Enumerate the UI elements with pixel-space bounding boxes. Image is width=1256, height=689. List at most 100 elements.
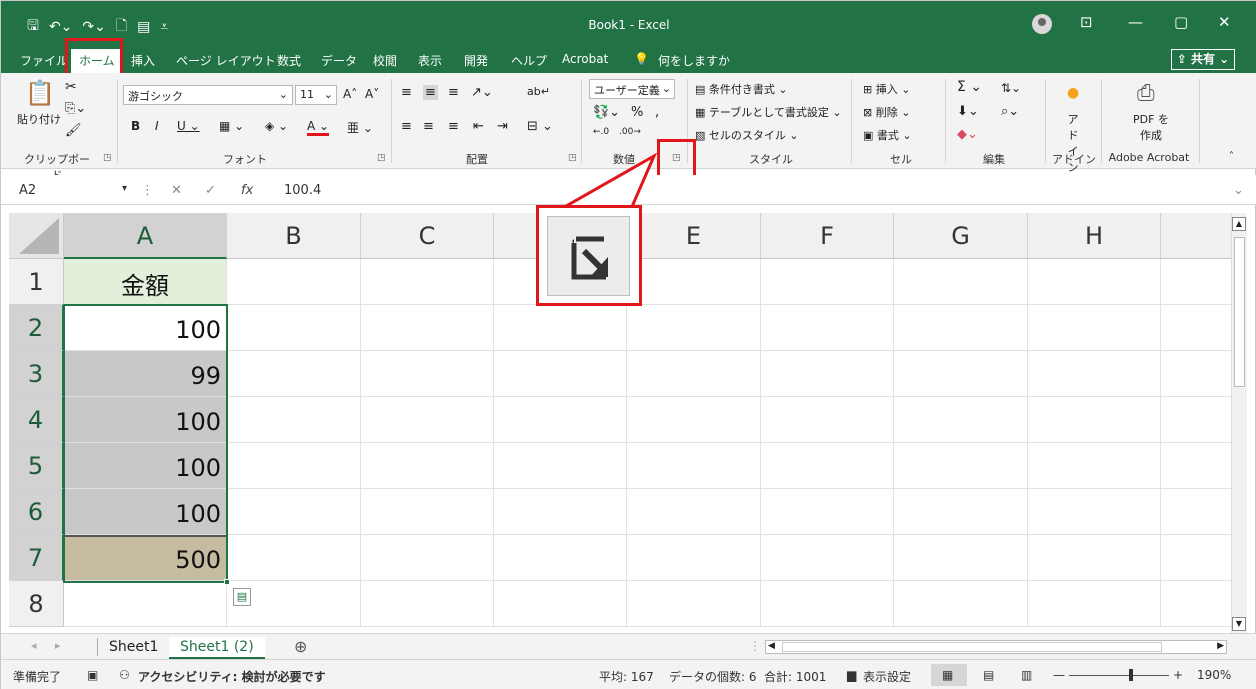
macro-record-icon[interactable]: ▣ [87, 668, 98, 682]
align-middle-icon[interactable]: ≡ [423, 85, 438, 100]
delete-cells-button[interactable]: ⊠ 削除 ⌄ [863, 104, 910, 120]
scroll-right-icon[interactable]: ▶ [1217, 641, 1224, 651]
empty-cell[interactable] [1161, 535, 1231, 581]
decrease-indent-icon[interactable]: ⇤ [473, 119, 484, 134]
empty-cell[interactable] [761, 351, 894, 397]
empty-cell[interactable] [627, 581, 761, 627]
italic-icon[interactable]: I [155, 119, 159, 133]
empty-cell[interactable] [494, 305, 627, 351]
display-settings-icon[interactable]: ▆ [847, 668, 856, 682]
empty-cell[interactable] [1028, 581, 1161, 627]
row-header-8[interactable]: 8 [9, 581, 64, 627]
empty-cell[interactable] [227, 397, 361, 443]
cell-styles-button[interactable]: ▧ セルのスタイル ⌄ [695, 127, 799, 143]
normal-view-icon[interactable]: ▦ [942, 668, 953, 682]
cell-a5[interactable]: 100 [64, 443, 227, 489]
cell-a8[interactable] [64, 581, 227, 627]
empty-cell[interactable] [494, 489, 627, 535]
column-header-a[interactable]: A [64, 213, 227, 259]
number-format-select[interactable]: ユーザー定義 ⌄ [589, 79, 675, 99]
zoom-out-icon[interactable]: — [1053, 668, 1065, 682]
bold-icon[interactable]: B [131, 119, 140, 133]
cell-a6[interactable]: 100 [64, 489, 227, 535]
tab-formulas[interactable]: 数式 [277, 52, 301, 69]
empty-cell[interactable] [894, 305, 1028, 351]
redo-icon[interactable]: ↷⌄ [82, 19, 105, 35]
empty-cell[interactable] [1028, 305, 1161, 351]
paste-label[interactable]: 貼り付け [17, 111, 61, 127]
cancel-icon[interactable]: ✕ [171, 183, 182, 198]
empty-cell[interactable] [1161, 581, 1231, 627]
align-center-icon[interactable]: ≡ [423, 119, 434, 134]
status-count[interactable]: データの個数: 6 [669, 668, 757, 685]
empty-cell[interactable] [361, 351, 494, 397]
empty-cell[interactable] [1161, 443, 1231, 489]
page-layout-view-icon[interactable]: ▤ [983, 668, 994, 682]
scroll-down-icon[interactable]: ▼ [1232, 617, 1246, 631]
row-header-2[interactable]: 2 [9, 305, 64, 351]
tab-view[interactable]: 表示 [418, 52, 442, 69]
empty-cell[interactable] [1028, 443, 1161, 489]
sheet-tab-sheet1-2[interactable]: Sheet1 (2) [169, 637, 265, 659]
empty-cell[interactable] [627, 305, 761, 351]
clear-icon[interactable]: ◆⌄ [957, 127, 978, 142]
empty-cell[interactable] [627, 351, 761, 397]
align-top-icon[interactable]: ≡ [401, 85, 412, 100]
row-header-4[interactable]: 4 [9, 397, 64, 443]
customize-qat-icon[interactable]: ⩡ [160, 19, 168, 35]
copy-icon[interactable]: ⎘⌄ [65, 101, 86, 116]
empty-cell[interactable] [761, 581, 894, 627]
undo-icon[interactable]: ↶⌄ [49, 19, 72, 35]
create-pdf-button[interactable]: PDF を作成 [1131, 111, 1171, 143]
tab-help[interactable]: ヘルプ [511, 52, 547, 69]
insert-function-icon[interactable]: fx [241, 183, 253, 198]
empty-cell[interactable] [1161, 397, 1231, 443]
prev-sheet-icon[interactable]: ◂ [31, 639, 37, 652]
accessibility-icon[interactable]: ⚇ [119, 668, 130, 682]
autosum-icon[interactable]: Σ ⌄ [957, 79, 982, 95]
form-icon[interactable]: ▤ [137, 19, 150, 35]
account-avatar-icon[interactable] [1032, 14, 1052, 34]
empty-cell[interactable] [494, 581, 627, 627]
column-header-g[interactable]: G [894, 213, 1028, 259]
format-painter-icon[interactable]: 🖌 [65, 123, 82, 138]
increase-decimal-icon[interactable]: ←.0 [593, 127, 609, 137]
row-header-7[interactable]: 7 [9, 535, 64, 581]
empty-cell[interactable] [761, 397, 894, 443]
display-settings-button[interactable]: 表示設定 [863, 668, 911, 685]
status-average[interactable]: 平均: 167 [599, 668, 654, 685]
empty-cell[interactable] [894, 489, 1028, 535]
align-right-icon[interactable]: ≡ [448, 119, 459, 134]
font-name-select[interactable]: 游ゴシック ⌄ [123, 85, 293, 105]
scroll-left-icon[interactable]: ◀ [768, 641, 775, 651]
empty-cell[interactable] [761, 535, 894, 581]
ribbon-display-icon[interactable]: ⊡ [1080, 13, 1093, 31]
addins-icon[interactable]: ● [1067, 85, 1079, 101]
create-pdf-icon[interactable]: ⎙ [1137, 81, 1155, 106]
empty-cell[interactable] [627, 489, 761, 535]
empty-cell[interactable] [627, 443, 761, 489]
tab-file[interactable]: ファイル [20, 52, 68, 69]
empty-cell[interactable] [361, 443, 494, 489]
empty-cell[interactable] [1161, 489, 1231, 535]
empty-cell[interactable] [761, 259, 894, 305]
comma-style-icon[interactable]: , [655, 105, 659, 120]
cell-a2[interactable]: 100 [64, 305, 227, 351]
vertical-scrollbar[interactable]: ▲ ▼ [1231, 213, 1247, 633]
empty-cell[interactable] [361, 489, 494, 535]
share-button[interactable]: ⇪ 共有 ⌄ [1171, 49, 1235, 70]
empty-cell[interactable] [1161, 259, 1231, 305]
tab-review[interactable]: 校閲 [373, 52, 397, 69]
formula-input[interactable]: 100.4 [284, 183, 321, 198]
empty-cell[interactable] [361, 305, 494, 351]
next-sheet-icon[interactable]: ▸ [55, 639, 61, 652]
empty-cell[interactable] [1028, 397, 1161, 443]
merge-center-icon[interactable]: ⊟ ⌄ [527, 119, 553, 134]
empty-cell[interactable] [761, 489, 894, 535]
cut-icon[interactable]: ✂ [65, 79, 77, 95]
expand-formula-bar-icon[interactable]: ⌄ [1233, 183, 1244, 198]
empty-cell[interactable] [761, 305, 894, 351]
empty-cell[interactable] [227, 259, 361, 305]
page-break-view-icon[interactable]: ▥ [1021, 668, 1032, 682]
quick-analysis-icon[interactable]: ▤ [233, 588, 251, 606]
